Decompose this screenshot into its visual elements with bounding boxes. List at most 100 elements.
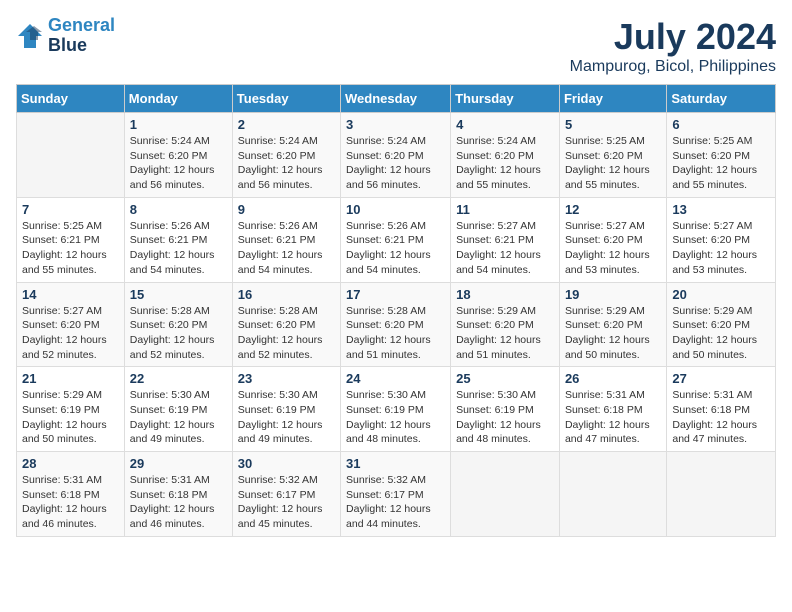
day-number: 1 xyxy=(130,117,227,132)
table-row: 20Sunrise: 5:29 AM Sunset: 6:20 PM Dayli… xyxy=(667,282,776,367)
col-monday: Monday xyxy=(124,85,232,113)
day-number: 4 xyxy=(456,117,554,132)
table-row: 22Sunrise: 5:30 AM Sunset: 6:19 PM Dayli… xyxy=(124,367,232,452)
day-number: 16 xyxy=(238,287,335,302)
table-row: 5 Sunrise: 5:25 AM Sunset: 6:20 PM Daylig… xyxy=(559,113,666,198)
table-row: 7 Sunrise: 5:25 AM Sunset: 6:21 PM Daylig… xyxy=(17,197,125,282)
day-number: 2 xyxy=(238,117,335,132)
day-number: 3 xyxy=(346,117,445,132)
table-row: 17 Sunrise: 5:28 AM Sunset: 6:20 PM Dayli… xyxy=(341,282,451,367)
day-info: Sunrise: 5:27 AM Sunset: 6:20 PM Dayligh… xyxy=(672,219,770,278)
logo: GeneralBlue xyxy=(16,16,115,56)
table-row xyxy=(667,452,776,537)
month-year: July 2024 xyxy=(570,16,776,58)
day-info: Sunrise: 5:26 AM Sunset: 6:21 PM Dayligh… xyxy=(238,219,335,278)
table-row: 9 Sunrise: 5:26 AM Sunset: 6:21 PM Daylig… xyxy=(232,197,340,282)
table-row: 6 Sunrise: 5:25 AM Sunset: 6:20 PM Daylig… xyxy=(667,113,776,198)
day-number: 26 xyxy=(565,371,661,386)
table-row: 29 Sunrise: 5:31 AM Sunset: 6:18 PM Dayli… xyxy=(124,452,232,537)
col-thursday: Thursday xyxy=(451,85,560,113)
calendar-week-row: 14 Sunrise: 5:27 AM Sunset: 6:20 PM Dayli… xyxy=(17,282,776,367)
table-row: 30 Sunrise: 5:32 AM Sunset: 6:17 PM Dayli… xyxy=(232,452,340,537)
table-row: 13 Sunrise: 5:27 AM Sunset: 6:20 PM Dayli… xyxy=(667,197,776,282)
calendar-header-row: Sunday Monday Tuesday Wednesday Thursday… xyxy=(17,85,776,113)
day-info: Sunrise: 5:26 AM Sunset: 6:21 PM Dayligh… xyxy=(130,219,227,278)
day-info: Sunrise: 5:27 AM Sunset: 6:21 PM Dayligh… xyxy=(456,219,554,278)
day-info: Sunrise: 5:25 AM Sunset: 6:20 PM Dayligh… xyxy=(565,134,661,193)
day-info: Sunrise: 5:27 AM Sunset: 6:20 PM Dayligh… xyxy=(22,304,119,363)
day-number: 23 xyxy=(238,371,335,386)
day-number: 20 xyxy=(672,287,770,302)
title-block: July 2024 Mampurog, Bicol, Philippines xyxy=(570,16,776,76)
day-info: Sunrise: 5:32 AM Sunset: 6:17 PM Dayligh… xyxy=(346,473,445,532)
day-info: Sunrise: 5:24 AM Sunset: 6:20 PM Dayligh… xyxy=(238,134,335,193)
day-number: 8 xyxy=(130,202,227,217)
table-row: 4 Sunrise: 5:24 AM Sunset: 6:20 PM Daylig… xyxy=(451,113,560,198)
day-info: Sunrise: 5:31 AM Sunset: 6:18 PM Dayligh… xyxy=(130,473,227,532)
day-number: 28 xyxy=(22,456,119,471)
table-row xyxy=(17,113,125,198)
col-tuesday: Tuesday xyxy=(232,85,340,113)
day-info: Sunrise: 5:25 AM Sunset: 6:20 PM Dayligh… xyxy=(672,134,770,193)
table-row: 8 Sunrise: 5:26 AM Sunset: 6:21 PM Daylig… xyxy=(124,197,232,282)
day-number: 29 xyxy=(130,456,227,471)
table-row: 15Sunrise: 5:28 AM Sunset: 6:20 PM Dayli… xyxy=(124,282,232,367)
day-info: Sunrise: 5:25 AM Sunset: 6:21 PM Dayligh… xyxy=(22,219,119,278)
page-header: GeneralBlue July 2024 Mampurog, Bicol, P… xyxy=(16,16,776,76)
day-number: 19 xyxy=(565,287,661,302)
day-number: 7 xyxy=(22,202,119,217)
day-info: Sunrise: 5:24 AM Sunset: 6:20 PM Dayligh… xyxy=(346,134,445,193)
day-info: Sunrise: 5:28 AM Sunset: 6:20 PM Dayligh… xyxy=(346,304,445,363)
day-number: 21 xyxy=(22,371,119,386)
location: Mampurog, Bicol, Philippines xyxy=(570,58,776,76)
day-number: 31 xyxy=(346,456,445,471)
day-number: 22 xyxy=(130,371,227,386)
table-row: 10 Sunrise: 5:26 AM Sunset: 6:21 PM Dayli… xyxy=(341,197,451,282)
day-number: 30 xyxy=(238,456,335,471)
day-number: 13 xyxy=(672,202,770,217)
day-number: 10 xyxy=(346,202,445,217)
day-info: Sunrise: 5:32 AM Sunset: 6:17 PM Dayligh… xyxy=(238,473,335,532)
day-info: Sunrise: 5:28 AM Sunset: 6:20 PM Dayligh… xyxy=(238,304,335,363)
table-row: 19 Sunrise: 5:29 AM Sunset: 6:20 PM Dayli… xyxy=(559,282,666,367)
table-row: 18 Sunrise: 5:29 AM Sunset: 6:20 PM Dayli… xyxy=(451,282,560,367)
day-info: Sunrise: 5:26 AM Sunset: 6:21 PM Dayligh… xyxy=(346,219,445,278)
day-info: Sunrise: 5:30 AM Sunset: 6:19 PM Dayligh… xyxy=(456,388,554,447)
day-number: 5 xyxy=(565,117,661,132)
table-row: 16 Sunrise: 5:28 AM Sunset: 6:20 PM Dayli… xyxy=(232,282,340,367)
table-row: 11 Sunrise: 5:27 AM Sunset: 6:21 PM Dayli… xyxy=(451,197,560,282)
day-info: Sunrise: 5:29 AM Sunset: 6:20 PM Dayligh… xyxy=(456,304,554,363)
table-row xyxy=(451,452,560,537)
table-row: 27Sunrise: 5:31 AM Sunset: 6:18 PM Dayli… xyxy=(667,367,776,452)
day-info: Sunrise: 5:31 AM Sunset: 6:18 PM Dayligh… xyxy=(22,473,119,532)
table-row: 1 Sunrise: 5:24 AM Sunset: 6:20 PM Daylig… xyxy=(124,113,232,198)
day-number: 14 xyxy=(22,287,119,302)
table-row: 31 Sunrise: 5:32 AM Sunset: 6:17 PM Dayli… xyxy=(341,452,451,537)
day-info: Sunrise: 5:29 AM Sunset: 6:19 PM Dayligh… xyxy=(22,388,119,447)
day-number: 24 xyxy=(346,371,445,386)
table-row: 23 Sunrise: 5:30 AM Sunset: 6:19 PM Dayli… xyxy=(232,367,340,452)
day-info: Sunrise: 5:28 AM Sunset: 6:20 PM Dayligh… xyxy=(130,304,227,363)
calendar-week-row: 1 Sunrise: 5:24 AM Sunset: 6:20 PM Daylig… xyxy=(17,113,776,198)
day-number: 11 xyxy=(456,202,554,217)
day-info: Sunrise: 5:24 AM Sunset: 6:20 PM Dayligh… xyxy=(130,134,227,193)
day-number: 9 xyxy=(238,202,335,217)
table-row: 12 Sunrise: 5:27 AM Sunset: 6:20 PM Dayli… xyxy=(559,197,666,282)
col-wednesday: Wednesday xyxy=(341,85,451,113)
day-number: 17 xyxy=(346,287,445,302)
col-saturday: Saturday xyxy=(667,85,776,113)
day-info: Sunrise: 5:30 AM Sunset: 6:19 PM Dayligh… xyxy=(238,388,335,447)
table-row: 28 Sunrise: 5:31 AM Sunset: 6:18 PM Dayli… xyxy=(17,452,125,537)
calendar-table: Sunday Monday Tuesday Wednesday Thursday… xyxy=(16,84,776,537)
logo-text: GeneralBlue xyxy=(48,16,115,56)
table-row: 26 Sunrise: 5:31 AM Sunset: 6:18 PM Dayli… xyxy=(559,367,666,452)
day-info: Sunrise: 5:24 AM Sunset: 6:20 PM Dayligh… xyxy=(456,134,554,193)
day-info: Sunrise: 5:31 AM Sunset: 6:18 PM Dayligh… xyxy=(565,388,661,447)
calendar-week-row: 7 Sunrise: 5:25 AM Sunset: 6:21 PM Daylig… xyxy=(17,197,776,282)
day-info: Sunrise: 5:29 AM Sunset: 6:20 PM Dayligh… xyxy=(565,304,661,363)
day-number: 6 xyxy=(672,117,770,132)
day-number: 12 xyxy=(565,202,661,217)
day-number: 18 xyxy=(456,287,554,302)
table-row: 24Sunrise: 5:30 AM Sunset: 6:19 PM Dayli… xyxy=(341,367,451,452)
day-info: Sunrise: 5:27 AM Sunset: 6:20 PM Dayligh… xyxy=(565,219,661,278)
